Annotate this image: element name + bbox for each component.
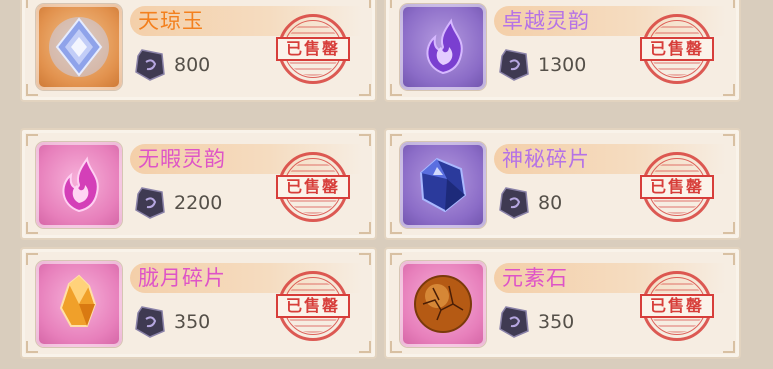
shop-item-card[interactable]: 胧月碎片 350 已售罄	[20, 247, 377, 359]
item-name: 元素石	[502, 266, 568, 290]
sold-out-stamp: 已售罄	[272, 146, 358, 232]
shop-item-card[interactable]: 无暇灵韵 2200 已售罄	[20, 128, 377, 240]
shop-item-card[interactable]: 神秘碎片 80 已售罄	[384, 128, 741, 240]
sold-out-label: 已售罄	[276, 175, 350, 199]
dark-gem-currency-icon	[499, 187, 529, 219]
amber-crystal-icon	[59, 274, 97, 327]
sold-out-label: 已售罄	[640, 294, 714, 318]
blue-gem-icon	[419, 157, 467, 213]
shop-item-card[interactable]: 元素石 350 已售罄	[384, 247, 741, 359]
dark-gem-currency-icon	[499, 49, 529, 81]
item-name: 无暇灵韵	[138, 147, 226, 171]
pink-flame-icon	[62, 156, 99, 213]
item-price: 2200	[174, 192, 223, 214]
item-price: 80	[538, 192, 563, 214]
sold-out-stamp: 已售罄	[636, 146, 722, 232]
item-name: 神秘碎片	[502, 147, 590, 171]
dark-gem-currency-icon	[135, 187, 165, 219]
shop-item-card[interactable]: 天琼玉 800 已售罄	[20, 0, 377, 102]
item-frame	[36, 261, 122, 347]
sold-out-stamp: 已售罄	[636, 265, 722, 351]
item-price: 350	[174, 311, 211, 333]
sold-out-stamp: 已售罄	[272, 8, 358, 94]
item-frame	[400, 142, 486, 228]
item-frame	[36, 4, 122, 90]
item-frame	[36, 142, 122, 228]
sold-out-label: 已售罄	[276, 37, 350, 61]
sold-out-label: 已售罄	[276, 294, 350, 318]
sold-out-label: 已售罄	[640, 37, 714, 61]
item-name: 胧月碎片	[138, 266, 226, 290]
shop-grid: 天琼玉 800 已售罄 卓越灵韵 1300 已售罄 无暇灵韵 2200 已售罄 …	[20, 0, 770, 369]
item-name: 天琼玉	[138, 9, 204, 33]
item-name: 卓越灵韵	[502, 9, 590, 33]
sold-out-label: 已售罄	[640, 175, 714, 199]
item-price: 350	[538, 311, 575, 333]
dark-gem-currency-icon	[499, 306, 529, 338]
shop-item-card[interactable]: 卓越灵韵 1300 已售罄	[384, 0, 741, 102]
sold-out-stamp: 已售罄	[272, 265, 358, 351]
sold-out-stamp: 已售罄	[636, 8, 722, 94]
item-price: 1300	[538, 54, 587, 76]
purple-flame-icon	[426, 18, 463, 75]
item-price: 800	[174, 54, 211, 76]
dark-gem-currency-icon	[135, 49, 165, 81]
dark-gem-currency-icon	[135, 306, 165, 338]
element-orb-icon	[414, 275, 472, 333]
item-frame	[400, 4, 486, 90]
diamond-crystal-icon	[49, 17, 109, 77]
item-frame	[400, 261, 486, 347]
